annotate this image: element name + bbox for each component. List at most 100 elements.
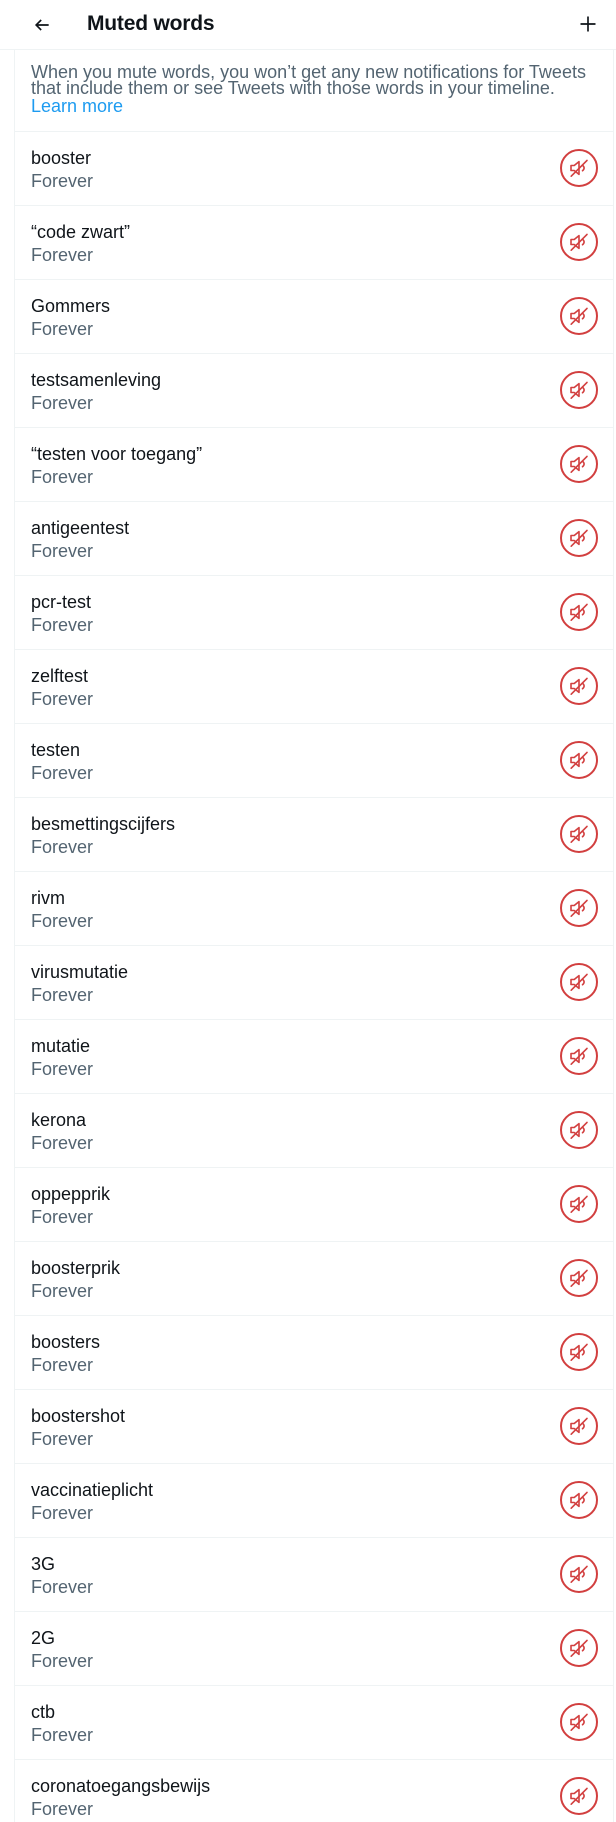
mute-duration-text: Forever — [31, 319, 94, 339]
unmute-button[interactable] — [560, 223, 598, 261]
speaker-muted-icon — [570, 307, 588, 325]
muted-word-row[interactable]: pcr-test Forever — [14, 576, 614, 650]
muted-word-row[interactable]: Gommers Forever — [14, 280, 614, 354]
speaker-muted-icon — [570, 1047, 588, 1065]
muted-word-row[interactable]: oppepprik Forever — [14, 1168, 614, 1242]
muted-word-text: antigeentest — [31, 518, 130, 538]
muted-word-text: ctb — [31, 1702, 56, 1722]
muted-word-row[interactable]: testen Forever — [14, 724, 614, 798]
mute-duration-text: Forever — [31, 615, 94, 635]
speaker-muted-icon — [570, 455, 588, 473]
muted-word-row[interactable]: 3G Forever — [14, 1538, 614, 1612]
speaker-muted-icon — [570, 1269, 588, 1287]
muted-word-text: boosterprik — [31, 1258, 121, 1278]
unmute-button[interactable] — [560, 815, 598, 853]
unmute-button[interactable] — [560, 519, 598, 557]
intro-text: When you mute words, you won’t get any n… — [31, 62, 586, 98]
muted-word-row[interactable]: kerona Forever — [14, 1094, 614, 1168]
mute-duration-text: Forever — [31, 541, 94, 561]
speaker-muted-icon — [570, 677, 588, 695]
add-muted-word-button[interactable] — [572, 8, 604, 40]
muted-word-row[interactable]: antigeentest Forever — [14, 502, 614, 576]
unmute-button[interactable] — [560, 1037, 598, 1075]
speaker-muted-icon — [570, 1639, 588, 1657]
speaker-muted-icon — [570, 973, 588, 991]
mute-duration-text: Forever — [31, 837, 94, 857]
plus-icon — [580, 16, 596, 32]
muted-word-row[interactable]: coronatoegangsbewijs Forever — [14, 1760, 614, 1822]
mute-duration-text: Forever — [31, 1429, 94, 1449]
unmute-button[interactable] — [560, 593, 598, 631]
mute-duration-text: Forever — [31, 467, 94, 487]
unmute-button[interactable] — [560, 1555, 598, 1593]
muted-word-text: kerona — [31, 1110, 87, 1130]
muted-words-list: booster Forever “code zwart” Forever Gom… — [14, 132, 614, 1822]
learn-more-link[interactable]: Learn more — [31, 96, 123, 116]
unmute-button[interactable] — [560, 741, 598, 779]
unmute-button[interactable] — [560, 1259, 598, 1297]
unmute-button[interactable] — [560, 1111, 598, 1149]
arrow-left-icon — [34, 19, 49, 31]
unmute-button[interactable] — [560, 1777, 598, 1815]
unmute-button[interactable] — [560, 667, 598, 705]
mute-duration-text: Forever — [31, 393, 94, 413]
speaker-muted-icon — [570, 1787, 588, 1805]
muted-word-row[interactable]: virusmutatie Forever — [14, 946, 614, 1020]
unmute-button[interactable] — [560, 297, 598, 335]
mute-duration-text: Forever — [31, 1133, 94, 1153]
speaker-muted-icon — [570, 1343, 588, 1361]
muted-word-text: “testen voor toegang” — [31, 444, 203, 464]
muted-word-row[interactable]: testsamenleving Forever — [14, 354, 614, 428]
muted-word-row[interactable]: zelftest Forever — [14, 650, 614, 724]
mute-duration-text: Forever — [31, 1725, 94, 1745]
muted-word-row[interactable]: “testen voor toegang” Forever — [14, 428, 614, 502]
muted-word-row[interactable]: mutatie Forever — [14, 1020, 614, 1094]
mute-duration-text: Forever — [31, 1281, 94, 1301]
muted-word-row[interactable]: 2G Forever — [14, 1612, 614, 1686]
unmute-button[interactable] — [560, 371, 598, 409]
muted-word-row[interactable]: boosters Forever — [14, 1316, 614, 1390]
muted-word-row[interactable]: boostershot Forever — [14, 1390, 614, 1464]
muted-word-row[interactable]: boosterprik Forever — [14, 1242, 614, 1316]
muted-word-text: oppepprik — [31, 1184, 111, 1204]
muted-word-text: mutatie — [31, 1036, 91, 1056]
unmute-button[interactable] — [560, 1703, 598, 1741]
muted-word-text: testen — [31, 740, 81, 760]
muted-word-text: “code zwart” — [31, 222, 131, 242]
unmute-button[interactable] — [560, 889, 598, 927]
muted-word-text: pcr-test — [31, 592, 92, 612]
speaker-muted-icon — [570, 1121, 588, 1139]
muted-word-text: boostershot — [31, 1406, 126, 1426]
muted-word-row[interactable]: ctb Forever — [14, 1686, 614, 1760]
muted-word-row[interactable]: booster Forever — [14, 132, 614, 206]
unmute-button[interactable] — [560, 1185, 598, 1223]
speaker-muted-icon — [570, 529, 588, 547]
mute-duration-text: Forever — [31, 171, 94, 191]
muted-word-text: Gommers — [31, 296, 111, 316]
unmute-button[interactable] — [560, 445, 598, 483]
mute-duration-text: Forever — [31, 1355, 94, 1375]
back-button[interactable] — [26, 9, 58, 41]
speaker-muted-icon — [570, 825, 588, 843]
unmute-button[interactable] — [560, 963, 598, 1001]
speaker-muted-icon — [570, 603, 588, 621]
speaker-muted-icon — [570, 751, 588, 769]
speaker-muted-icon — [570, 1713, 588, 1731]
muted-word-text: coronatoegangsbewijs — [31, 1776, 211, 1796]
muted-word-row[interactable]: “code zwart” Forever — [14, 206, 614, 280]
speaker-muted-icon — [570, 1565, 588, 1583]
mute-duration-text: Forever — [31, 245, 94, 265]
muted-word-row[interactable]: vaccinatieplicht Forever — [14, 1464, 614, 1538]
muted-word-row[interactable]: rivm Forever — [14, 872, 614, 946]
muted-word-row[interactable]: besmettingscijfers Forever — [14, 798, 614, 872]
unmute-button[interactable] — [560, 1629, 598, 1667]
muted-word-text: booster — [31, 148, 92, 168]
unmute-button[interactable] — [560, 1481, 598, 1519]
muted-word-text: vaccinatieplicht — [31, 1480, 154, 1500]
unmute-button[interactable] — [560, 149, 598, 187]
unmute-button[interactable] — [560, 1333, 598, 1371]
muted-word-text: 2G — [31, 1628, 56, 1648]
unmute-button[interactable] — [560, 1407, 598, 1445]
mute-duration-text: Forever — [31, 1651, 94, 1671]
speaker-muted-icon — [570, 1195, 588, 1213]
